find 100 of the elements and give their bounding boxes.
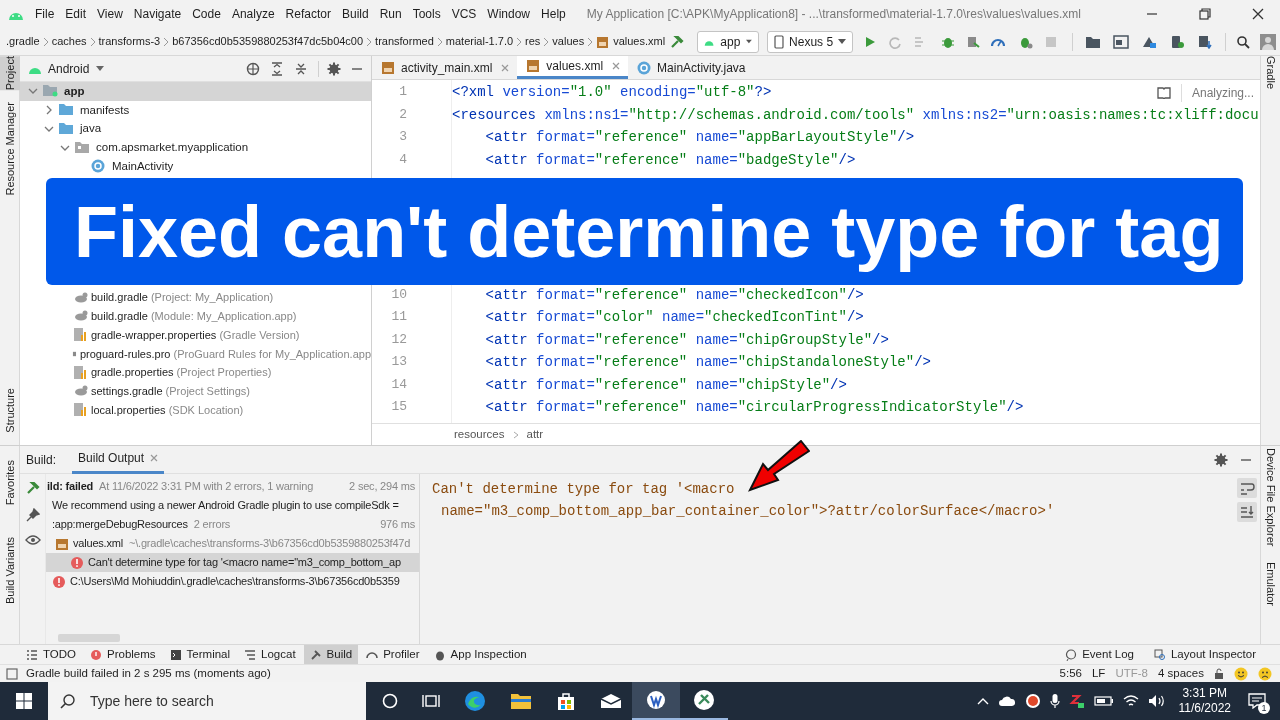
line-number: 1 <box>398 83 408 101</box>
tool-window-tab[interactable]: Resource Manager <box>0 102 20 196</box>
line-number: 14 <box>390 375 408 394</box>
line-number: 3 <box>398 128 408 146</box>
title-banner: Fixed can't determine type for tag <box>46 178 1243 285</box>
build-tree-row[interactable]: ild: failed At 11/6/2022 3:31 PM with 2 errors, 1 warning 2 sec, 294 ms <box>46 477 419 496</box>
tree-item[interactable]: gradle-wrapper.properties (Gradle Version) <box>20 325 371 345</box>
tree-item[interactable]: gradle.properties (Project Properties) <box>20 363 371 382</box>
notification-button[interactable]: 1 <box>1244 690 1270 712</box>
breadcrumb[interactable]: transforms-3 <box>98 33 161 50</box>
menu-item[interactable]: Refactor <box>285 5 331 23</box>
clock[interactable]: 3:31 PM 11/6/2022 <box>1174 686 1235 716</box>
breadcrumb[interactable]: values <box>552 33 585 50</box>
breadcrumb[interactable]: material-1.7.0 <box>445 33 514 50</box>
panel-title: Build: <box>26 451 57 469</box>
build-tree-row[interactable]: :app:mergeDebugResources 2 errors 976 ms <box>46 515 419 534</box>
code-line: <resources xmlns:ns1="http://schemas.android.com/tools" xmlns:ns2="urn:oasis:names:tc:xliff:docu <box>452 105 1259 125</box>
tool-window-tab[interactable]: Structure <box>0 388 20 433</box>
tool-window-tab[interactable]: Emulator <box>1261 562 1280 607</box>
tree-item[interactable]: manifests <box>20 100 371 120</box>
tree-item[interactable]: local.properties (SDK Location) <box>20 400 371 420</box>
menu-item[interactable]: Window <box>487 5 531 23</box>
line-number: 11 <box>390 308 408 326</box>
status-message: Gradle build failed in 2 s 295 ms (moments ago) <box>26 665 271 681</box>
line-number: 12 <box>390 330 408 349</box>
build-tree-row[interactable]: values.xml ~\.gradle\caches\transforms-3\b67356cd0b5359880253f47d <box>46 534 419 553</box>
tree-item[interactable]: com.apsmarket.myapplication <box>20 138 371 157</box>
menu-item[interactable]: View <box>97 5 123 23</box>
build-tree-row[interactable]: We recommend using a newer Android Gradle plugin to use compileSdk = <box>46 496 419 515</box>
project-view-label[interactable]: Android <box>48 59 90 78</box>
tree-item[interactable]: settings.gradle (Project Settings) <box>20 382 371 401</box>
tree-item[interactable]: MainActivity <box>20 157 371 176</box>
menu-item[interactable]: Tools <box>412 5 441 23</box>
menu-item[interactable]: Build <box>341 5 369 23</box>
indent-setting[interactable]: 4 spaces <box>1157 664 1204 683</box>
tree-item[interactable]: app <box>20 82 371 101</box>
tree-item[interactable]: proguard-rules.pro (ProGuard Rules for My_Application.app <box>20 344 371 364</box>
menu-item[interactable]: Navigate <box>133 5 182 23</box>
line-separator[interactable]: LF <box>1091 664 1106 683</box>
run-configuration-dropdown[interactable]: app <box>697 30 760 53</box>
window-title: My Application [C:\APK\MyApplication8] - ...\transformed\material-1.7.0\res\values\values.xml <box>586 6 1081 23</box>
breadcrumb[interactable]: b67356cd0b5359880253f47dc5b04c00 <box>172 33 364 50</box>
tool-window-tab[interactable]: Device File Explorer <box>1261 448 1280 547</box>
menu-item[interactable]: VCS <box>451 5 477 23</box>
breadcrumb[interactable]: resources <box>454 425 505 444</box>
analyzing-status: Analyzing... <box>1180 84 1254 102</box>
line-number: 13 <box>390 353 408 371</box>
line-number: 15 <box>390 398 408 416</box>
tool-window-tab[interactable]: Profiler <box>360 644 426 665</box>
breadcrumb[interactable]: values.xml <box>613 33 666 50</box>
tool-window-tab[interactable]: Favorites <box>0 460 20 506</box>
build-tree-row[interactable]: Can't determine type for tag '<macro name="m3_comp_bottom_ap <box>46 553 419 572</box>
tool-window-tab[interactable]: Project <box>0 56 20 91</box>
breadcrumb[interactable]: attr <box>526 425 544 444</box>
tool-window-tab[interactable]: Logcat <box>238 644 302 665</box>
breadcrumb[interactable]: caches <box>51 33 87 50</box>
menu-item[interactable]: File <box>35 5 55 23</box>
code-line: <attr format="reference" name="chipGroupStyle"/> <box>484 330 889 350</box>
tool-window-tab[interactable]: Terminal <box>163 644 237 665</box>
breadcrumb[interactable]: transformed <box>375 33 434 50</box>
tool-window-tab[interactable]: Problems <box>84 644 162 665</box>
tree-item[interactable]: build.gradle (Project: My_Application) <box>20 288 371 307</box>
menu-item[interactable]: Help <box>541 5 566 23</box>
tool-window-tab[interactable]: Build Variants <box>0 537 20 605</box>
tool-window-tab[interactable]: App Inspection <box>427 644 533 665</box>
tree-item[interactable]: java <box>20 119 371 139</box>
breadcrumb[interactable]: .gradle <box>6 33 40 50</box>
code-line: <attr format="color" name="checkedIconTint"/> <box>484 308 864 327</box>
editor-tab[interactable]: MainActivity.java <box>628 56 754 79</box>
breadcrumb[interactable]: res <box>525 33 541 50</box>
output-line: name="m3_comp_bottom_app_bar_container_color">?attr/colorSurface</macro>' <box>440 502 1056 521</box>
menu-item[interactable]: Edit <box>65 5 87 23</box>
tool-window-tab[interactable]: Build <box>303 644 359 665</box>
menu-item[interactable]: Code <box>192 5 221 23</box>
tool-window-tab[interactable]: Gradle <box>1261 56 1280 90</box>
notification-count: 1 <box>1258 702 1270 714</box>
code-line: <attr format="reference" name="checkedIcon"/> <box>484 285 864 305</box>
build-output-tab[interactable]: Build Output <box>72 445 165 474</box>
editor-tab[interactable]: values.xml <box>517 56 629 79</box>
code-line: <?xml version="1.0" encoding="utf-8"?> <box>452 83 772 102</box>
tool-window-tab[interactable]: Event Log <box>1065 645 1134 664</box>
menu-item[interactable]: Run <box>379 5 402 23</box>
line-number: 2 <box>398 105 408 124</box>
menu-item[interactable]: Analyze <box>231 5 275 23</box>
caret-position[interactable]: 5:56 <box>1059 664 1082 683</box>
code-line: <attr format="reference" name="badgeStyle"/> <box>484 150 856 170</box>
tool-window-tab[interactable]: TODO <box>20 644 82 665</box>
code-line: <attr format="reference" name="circularProgressIndicatorStyle"/> <box>484 398 1024 417</box>
tool-window-tab[interactable]: Layout Inspector <box>1153 645 1256 664</box>
editor-tab[interactable]: activity_main.xml <box>372 56 518 79</box>
code-line: <attr format="reference" name="chipStyle"/> <box>484 375 847 395</box>
code-line: <attr format="reference" name="chipStandaloneStyle"/> <box>484 353 931 372</box>
device-dropdown[interactable]: Nexus 5 <box>767 30 854 53</box>
output-line: Can't determine type for tag '<macro <box>432 480 736 499</box>
build-tree-row[interactable]: C:\Users\Md Mohiuddin\.gradle\caches\transforms-3\b67356cd0b5359 <box>46 572 419 591</box>
code-line: <attr format="reference" name="appBarLayoutStyle"/> <box>484 128 915 147</box>
line-number: 4 <box>398 150 408 169</box>
search-field[interactable]: Type here to search <box>48 682 366 720</box>
line-number: 10 <box>390 285 408 304</box>
tree-item[interactable]: build.gradle (Module: My_Application.app) <box>20 307 371 326</box>
